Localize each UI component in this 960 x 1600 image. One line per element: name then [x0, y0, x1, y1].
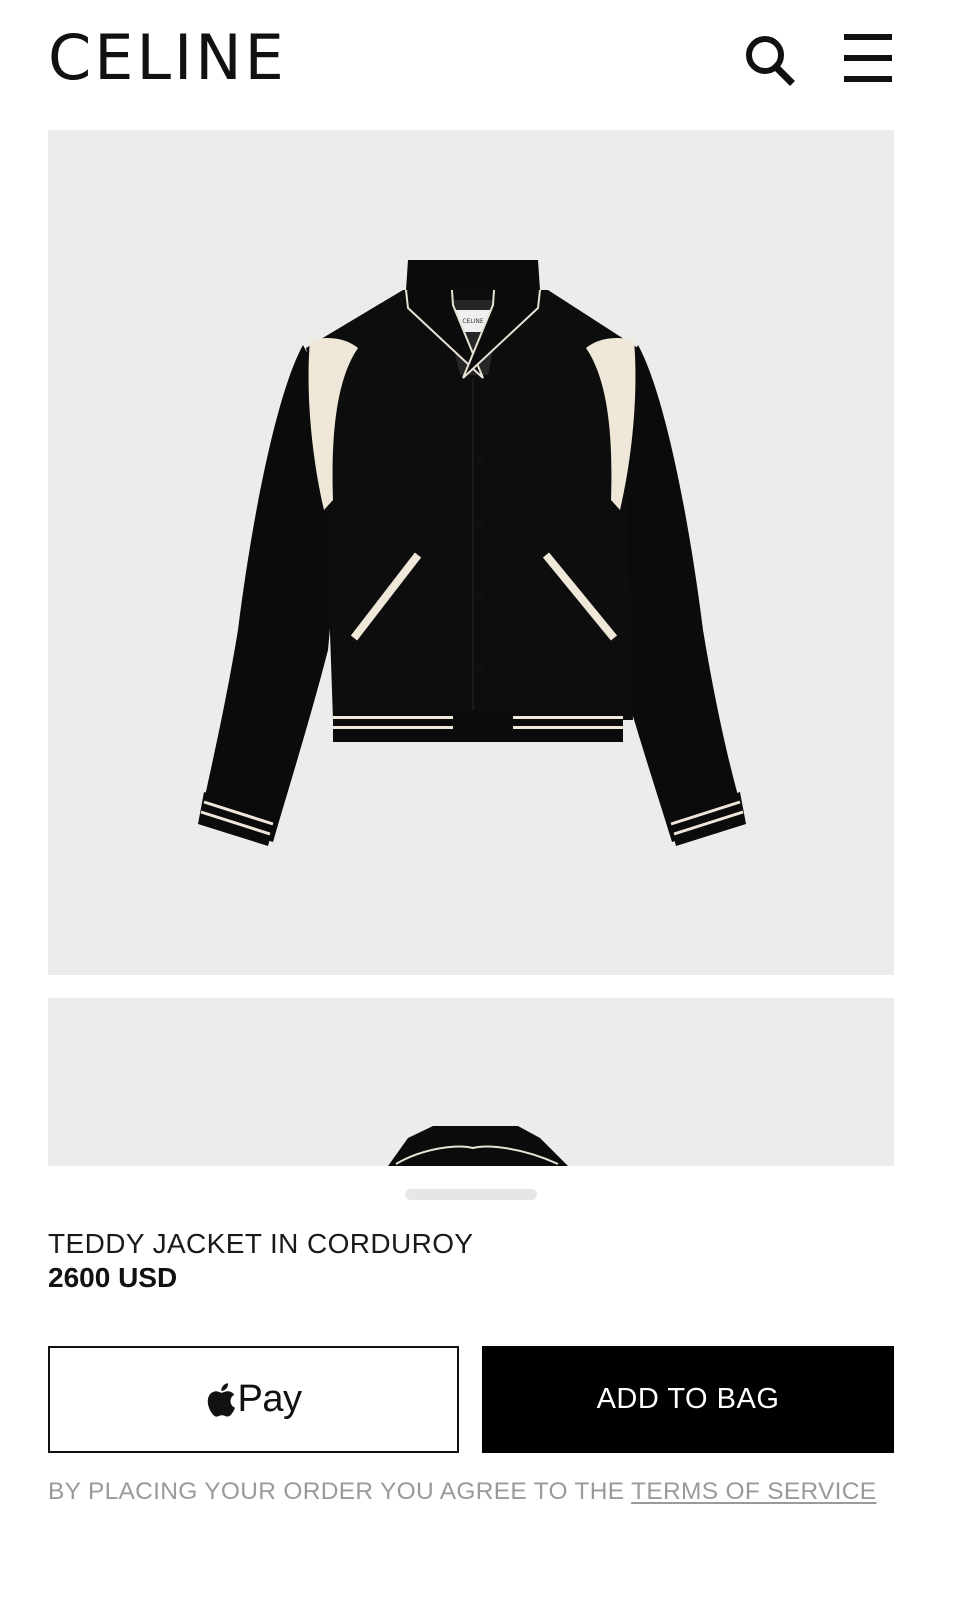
svg-text:CELINE: CELINE	[462, 318, 484, 325]
site-header: CELINE	[0, 0, 960, 118]
jacket-collar-illustration	[388, 1126, 568, 1166]
apple-pay-button[interactable]: Pay	[48, 1346, 459, 1453]
order-terms-notice: BY PLACING YOUR ORDER YOU AGREE TO THE T…	[48, 1476, 908, 1508]
jacket-illustration: CELINE	[198, 260, 746, 846]
apple-icon	[207, 1382, 235, 1417]
jacket-front-image[interactable]: CELINE	[48, 130, 894, 975]
menu-button[interactable]	[840, 28, 896, 88]
terms-text: BY PLACING YOUR ORDER YOU AGREE TO THE	[48, 1478, 632, 1505]
image-pager-indicator[interactable]	[405, 1189, 537, 1200]
brand-logo[interactable]: CELINE	[48, 26, 287, 90]
menu-icon	[844, 34, 892, 82]
jacket-detail-image[interactable]	[48, 998, 894, 1166]
search-button[interactable]	[740, 28, 796, 88]
apple-pay-label: Pay	[237, 1378, 302, 1420]
product-name: TEDDY JACKET IN CORDUROY	[48, 1228, 474, 1259]
terms-of-service-link[interactable]: TERMS OF SERVICE	[631, 1478, 876, 1505]
product-price: 2600 USD	[48, 1262, 178, 1293]
add-to-bag-button[interactable]: ADD TO BAG	[482, 1346, 894, 1453]
search-icon	[746, 36, 795, 86]
